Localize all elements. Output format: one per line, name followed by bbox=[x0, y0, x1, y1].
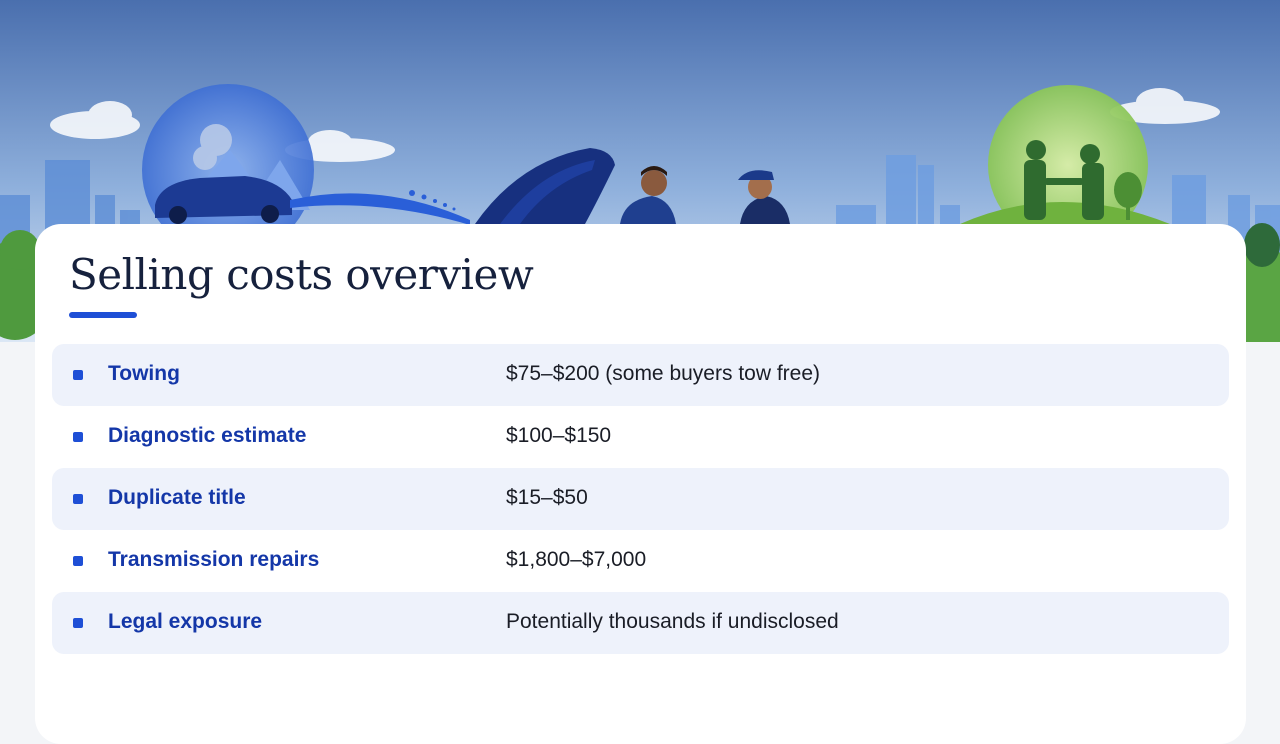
cost-row-duplicate-title: Duplicate title $15–$50 bbox=[52, 468, 1229, 530]
cost-label: Duplicate title bbox=[108, 486, 246, 509]
bullet-icon bbox=[73, 618, 83, 628]
cost-value: $100–$150 bbox=[506, 424, 612, 447]
cost-value: $15–$50 bbox=[506, 486, 588, 509]
content-card: Selling costs overview Towing $75–$200 (… bbox=[35, 224, 1246, 744]
cost-label: Diagnostic estimate bbox=[108, 424, 307, 447]
cost-value: $75–$200 (some buyers tow free) bbox=[506, 362, 821, 385]
cost-value: $1,800–$7,000 bbox=[506, 548, 647, 571]
cost-row-transmission-repairs: Transmission repairs $1,800–$7,000 bbox=[52, 530, 1229, 592]
cost-value: Potentially thousands if undisclosed bbox=[506, 610, 839, 633]
bullet-icon bbox=[73, 370, 83, 380]
title-underline bbox=[69, 312, 137, 318]
slide-title: Selling costs overview bbox=[69, 250, 534, 299]
cost-row-legal-exposure: Legal exposure Potentially thousands if … bbox=[52, 592, 1229, 654]
cost-row-diagnostic-estimate: Diagnostic estimate $100–$150 bbox=[52, 406, 1229, 468]
cost-label: Towing bbox=[108, 362, 180, 385]
cost-label: Legal exposure bbox=[108, 610, 263, 633]
cost-list: Towing $75–$200 (some buyers tow free) D… bbox=[52, 344, 1229, 654]
cost-row-towing: Towing $75–$200 (some buyers tow free) bbox=[52, 344, 1229, 406]
bullet-icon bbox=[73, 432, 83, 442]
cost-label: Transmission repairs bbox=[108, 548, 320, 571]
bullet-icon bbox=[73, 556, 83, 566]
bullet-icon bbox=[73, 494, 83, 504]
